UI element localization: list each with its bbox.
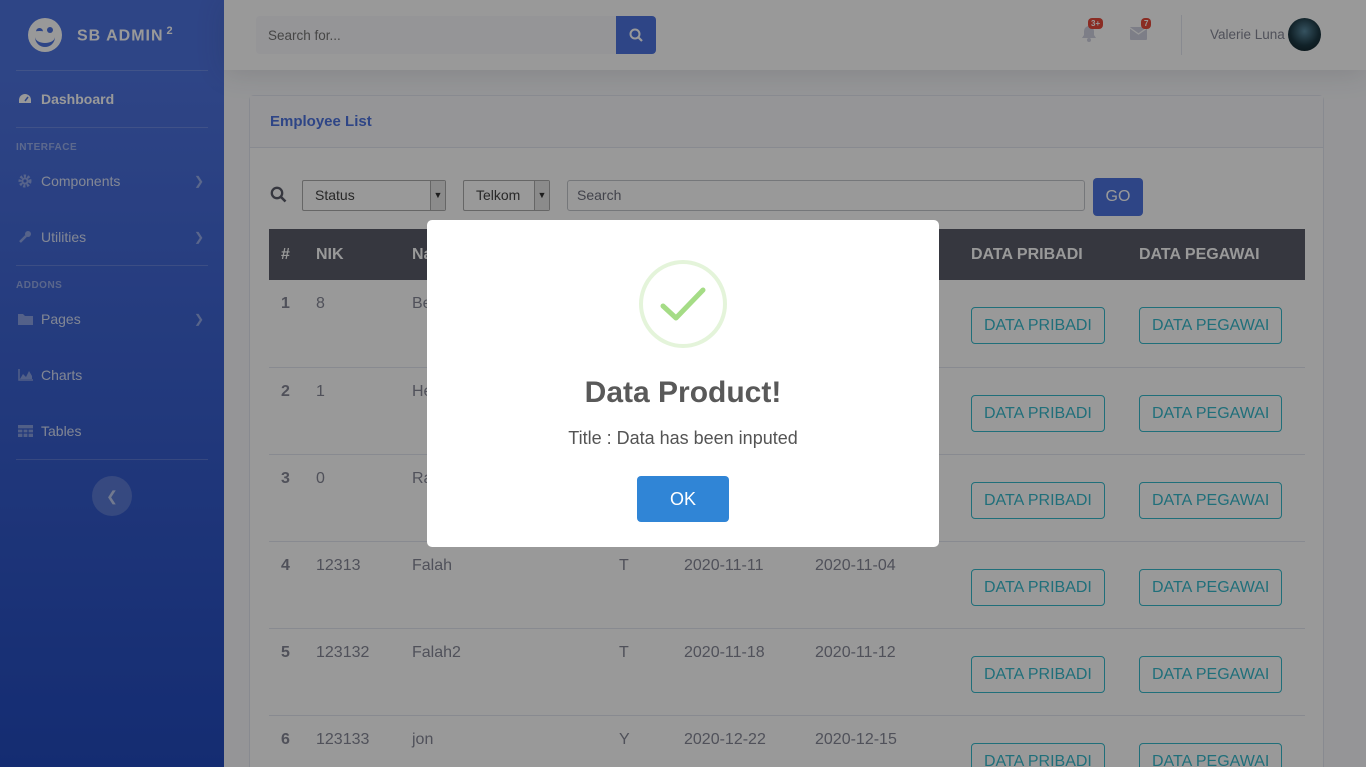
success-dialog: Data Product! Title : Data has been inpu… <box>427 220 939 547</box>
success-check-icon <box>639 260 727 348</box>
dialog-title: Data Product! <box>584 376 782 409</box>
dialog-message: Title : Data has been inputed <box>568 428 798 448</box>
ok-button[interactable]: OK <box>637 476 729 522</box>
